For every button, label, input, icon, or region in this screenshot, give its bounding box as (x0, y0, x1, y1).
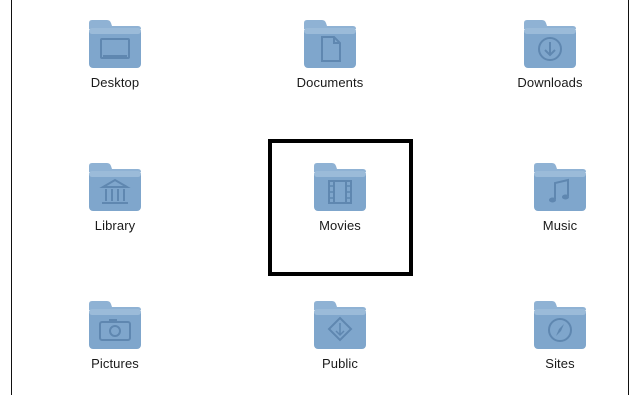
finder-window: Desktop Documents Downloads Library Movi… (0, 0, 641, 395)
window-left-border (11, 0, 12, 395)
folder-documents[interactable]: Documents (275, 15, 385, 115)
folder-label: Desktop (90, 75, 140, 90)
document-icon (304, 20, 356, 68)
folder-pictures[interactable]: Pictures (60, 296, 170, 395)
window-right-border (628, 0, 629, 395)
public-icon (314, 301, 366, 349)
folder-sites[interactable]: Sites (505, 296, 615, 395)
folder-desktop[interactable]: Desktop (60, 15, 170, 115)
folder-label: Downloads (517, 75, 583, 90)
folder-music[interactable]: Music (505, 158, 615, 258)
folder-label: Library (94, 218, 136, 233)
camera-icon (89, 301, 141, 349)
folder-label: Sites (545, 356, 575, 371)
library-icon (89, 163, 141, 211)
folder-public[interactable]: Public (285, 296, 395, 395)
download-icon (524, 20, 576, 68)
folder-library[interactable]: Library (60, 158, 170, 258)
music-note-icon (534, 163, 586, 211)
desktop-icon (89, 20, 141, 68)
compass-icon (534, 301, 586, 349)
selection-highlight-box (268, 139, 413, 276)
folder-label: Documents (296, 75, 364, 90)
folder-label: Pictures (91, 356, 139, 371)
folder-label: Public (321, 356, 358, 371)
folder-label: Music (542, 218, 578, 233)
folder-downloads[interactable]: Downloads (495, 15, 605, 115)
